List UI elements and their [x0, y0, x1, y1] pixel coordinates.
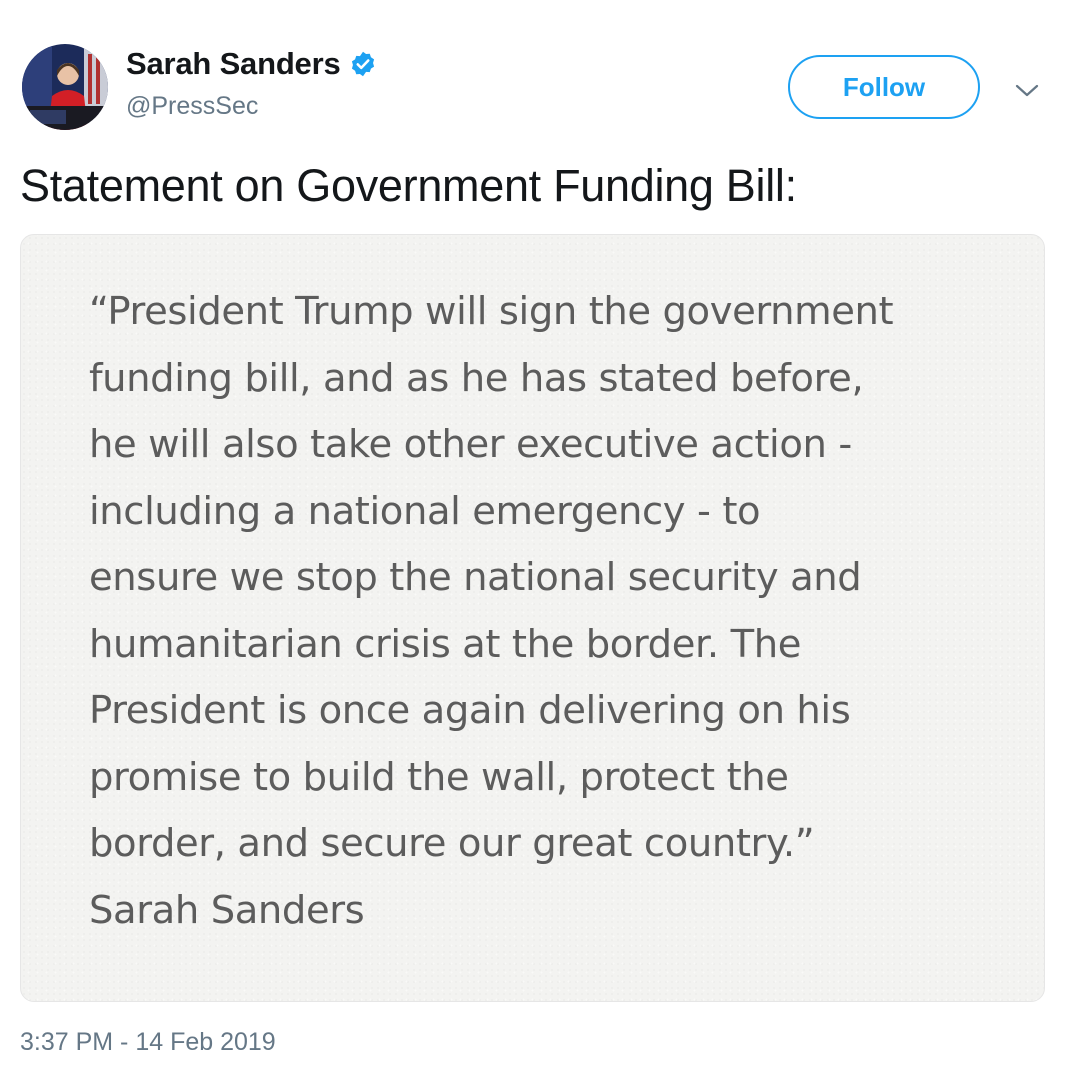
- statement-line: he will also take other executive action…: [89, 422, 852, 467]
- statement-signature: Sarah Sanders: [89, 887, 365, 933]
- avatar[interactable]: [22, 44, 108, 130]
- timestamp[interactable]: 3:37 PM - 14 Feb 2019: [20, 1028, 276, 1057]
- statement-line: President is once again delivering on hi…: [89, 688, 851, 733]
- statement-image[interactable]: “President Trump will sign the governmen…: [20, 234, 1045, 1002]
- display-name[interactable]: Sarah Sanders: [126, 46, 341, 82]
- chevron-down-icon[interactable]: [1013, 78, 1041, 102]
- statement-line: including a national emergency - to: [89, 488, 761, 534]
- display-name-row: Sarah Sanders: [126, 46, 377, 82]
- follow-button[interactable]: Follow: [788, 55, 980, 119]
- statement-line: promise to build the wall, protect the: [89, 754, 789, 800]
- statement-line: funding bill, and as he has stated befor…: [89, 355, 864, 401]
- statement-line: humanitarian crisis at the border. The: [89, 621, 801, 667]
- author-info: Sarah Sanders @PressSec: [126, 46, 377, 121]
- tweet-text: Statement on Government Funding Bill:: [20, 160, 797, 211]
- tweet-card: Sarah Sanders @PressSec Follow Statement…: [0, 0, 1080, 1080]
- profile-photo-icon: [22, 44, 108, 130]
- verified-badge-icon: [351, 51, 374, 77]
- statement-line: border, and secure our great country.”: [89, 821, 815, 866]
- statement-line: “President Trump will sign the governmen…: [89, 289, 894, 334]
- handle[interactable]: @PressSec: [126, 92, 377, 121]
- statement-line: ensure we stop the national security and: [89, 555, 862, 600]
- statement-text: “President Trump will sign the governmen…: [89, 279, 1029, 944]
